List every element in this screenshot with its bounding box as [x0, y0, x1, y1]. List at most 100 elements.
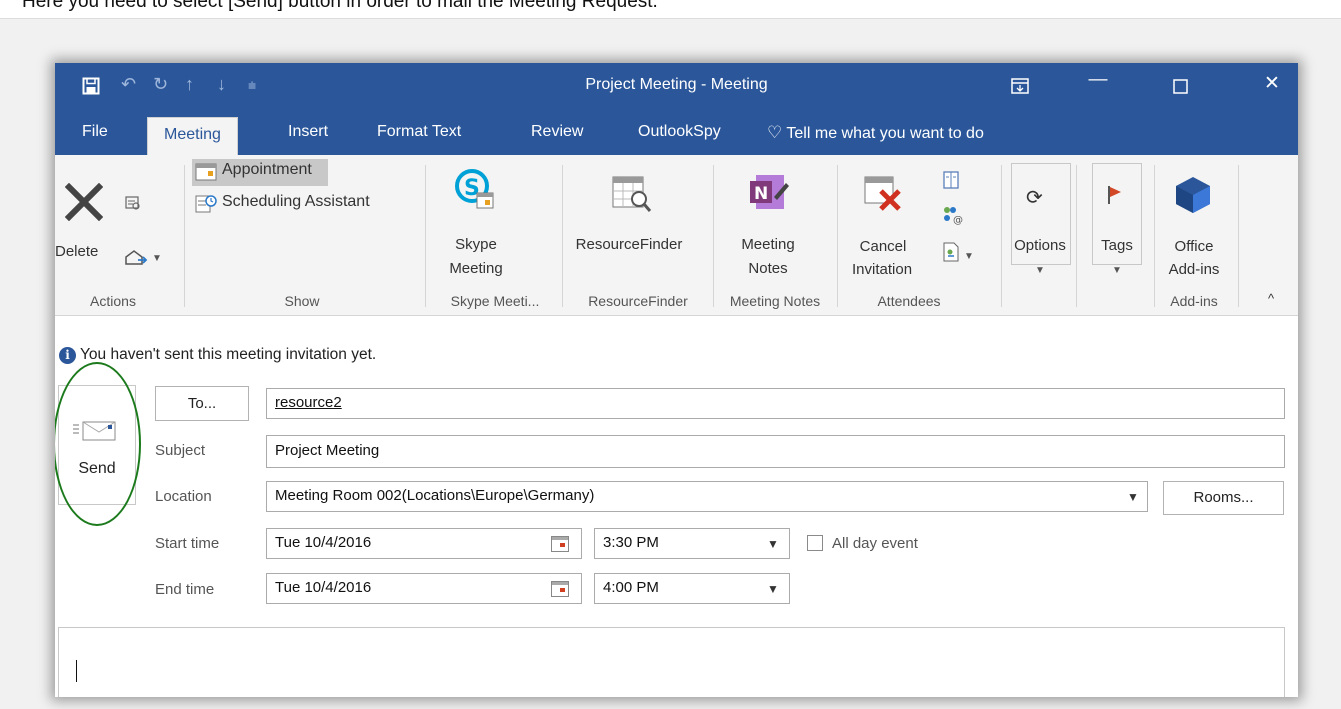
scheduling-assistant-label: Scheduling Assistant [222, 193, 370, 210]
flag-icon [1108, 186, 1121, 204]
cancel-calendar-icon [864, 176, 901, 211]
response-options-icon[interactable]: @ [941, 205, 963, 225]
all-day-label: All day event [832, 535, 918, 552]
tab-review[interactable]: Review [531, 123, 583, 141]
resourcefinder-icon [612, 176, 652, 212]
recurrence-icon: ⟳ [1026, 187, 1043, 209]
tab-format-text[interactable]: Format Text [377, 123, 461, 141]
scheduling-icon [195, 195, 217, 213]
rooms-button[interactable]: Rooms... [1163, 481, 1284, 515]
skype-icon: S [455, 169, 494, 209]
tab-insert[interactable]: Insert [288, 123, 328, 141]
chevron-down-icon[interactable]: ▼ [1127, 490, 1139, 504]
start-time-value: 3:30 PM [603, 534, 659, 551]
maximize-icon[interactable] [1173, 79, 1188, 94]
tab-file[interactable]: File [82, 123, 108, 141]
subject-label: Subject [155, 442, 206, 459]
office-addins-label-line2: Add-ins [1168, 261, 1220, 278]
chevron-down-icon: ▼ [1112, 265, 1122, 276]
svg-text:N: N [754, 184, 768, 204]
office-addins-label-line1: Office [1174, 238, 1214, 255]
cancel-invitation-label-line2: Invitation [852, 261, 913, 278]
end-date-field[interactable]: Tue 10/4/2016 [266, 573, 582, 604]
instruction-caption: Here you need to select [Send] button in… [22, 0, 658, 12]
tell-me-label: Tell me what you want to do [786, 125, 984, 142]
ribbon-divider [184, 165, 185, 307]
ribbon-divider [1001, 165, 1002, 307]
location-field[interactable]: Meeting Room 002(Locations\Europe\German… [266, 481, 1148, 512]
calendar-icon[interactable] [551, 536, 569, 552]
onenote-icon: N [750, 175, 789, 209]
delete-label: Delete [55, 243, 99, 260]
info-bar: i You haven't sent this meeting invitatio… [59, 346, 376, 364]
chevron-down-icon[interactable]: ▼ [767, 582, 779, 596]
title-bar: ↶ ↻ ↑ ↓ ⩧ Project Meeting - Meeting — ✕ [55, 63, 1298, 111]
ribbon-display-icon[interactable] [1011, 78, 1029, 94]
meeting-notes-label-line2: Notes [748, 260, 788, 277]
calendar-icon[interactable] [551, 581, 569, 597]
ignore-icon[interactable] [125, 195, 141, 211]
resourcefinder-label: ResourceFinder [575, 236, 683, 253]
appointment-button[interactable]: Appointment [192, 159, 328, 186]
group-addins-label: Add-ins [1170, 293, 1218, 309]
start-date-field[interactable]: Tue 10/4/2016 [266, 528, 582, 559]
chevron-down-icon: ▼ [1035, 265, 1045, 276]
delete-x-icon [65, 183, 103, 221]
options-label: Options [1014, 237, 1066, 254]
ribbon-divider [425, 165, 426, 307]
collapse-ribbon-icon[interactable]: ^ [1268, 291, 1274, 306]
tell-me-search[interactable]: ♡ Tell me what you want to do [767, 123, 984, 143]
to-button[interactable]: To... [155, 386, 249, 421]
start-time-field[interactable]: 3:30 PM ▼ [594, 528, 790, 559]
contact-attendees-icon[interactable] [942, 241, 960, 263]
office-addins-icon [1176, 177, 1210, 213]
ribbon-divider [1154, 165, 1155, 307]
location-label: Location [155, 488, 212, 505]
ribbon-divider [713, 165, 714, 307]
calendar-grid-icon [195, 163, 217, 181]
meeting-notes-label-line1: Meeting [741, 236, 795, 253]
ribbon: Delete ▼ Actions Appointment Scheduling … [55, 155, 1298, 316]
group-skype-label: Skype Meeti... [450, 293, 540, 309]
skype-label-line2: Meeting [449, 260, 503, 277]
ribbon-tabs: File Meeting Insert Format Text Review O… [55, 111, 1298, 156]
scheduling-assistant-button[interactable]: Scheduling Assistant [192, 191, 422, 217]
chevron-down-icon[interactable]: ▼ [964, 251, 974, 262]
chevron-down-icon[interactable]: ▼ [767, 537, 779, 551]
start-date-value: Tue 10/4/2016 [275, 534, 372, 551]
group-resourcefinder-label: ResourceFinder [588, 293, 688, 309]
all-day-checkbox[interactable] [807, 535, 823, 551]
group-actions-label: Actions [90, 293, 136, 309]
tags-label: Tags [1101, 237, 1133, 254]
ribbon-divider [1238, 165, 1239, 307]
text-cursor [76, 660, 77, 682]
group-meetingnotes-label: Meeting Notes [729, 293, 821, 309]
ribbon-divider [1076, 165, 1077, 307]
end-time-label: End time [155, 581, 215, 598]
subject-value: Project Meeting [275, 442, 380, 459]
cancel-invitation-label-line1: Cancel [859, 238, 907, 255]
notes-body[interactable] [58, 627, 1285, 697]
to-field[interactable]: resource2 [266, 388, 1285, 419]
tab-meeting[interactable]: Meeting [147, 117, 238, 156]
skype-label-line1: Skype [455, 236, 497, 253]
highlight-ellipse [55, 362, 141, 526]
minimize-icon[interactable]: — [1078, 69, 1118, 91]
to-recipient[interactable]: resource2 [275, 394, 342, 411]
close-icon[interactable]: ✕ [1252, 72, 1292, 95]
svg-text:@: @ [953, 215, 963, 225]
ribbon-divider [837, 165, 838, 307]
meeting-window: ↶ ↻ ↑ ↓ ⩧ Project Meeting - Meeting — ✕ … [55, 63, 1298, 697]
screenshot-frame: ↶ ↻ ↑ ↓ ⩧ Project Meeting - Meeting — ✕ … [0, 18, 1341, 709]
location-value: Meeting Room 002(Locations\Europe\German… [275, 487, 595, 504]
start-time-label: Start time [155, 535, 220, 552]
appointment-label: Appointment [222, 161, 312, 178]
subject-field[interactable]: Project Meeting [266, 435, 1285, 468]
chevron-down-icon[interactable]: ▼ [152, 253, 162, 264]
info-bar-text: You haven't sent this meeting invitation… [80, 346, 377, 363]
forward-icon[interactable] [124, 245, 150, 267]
tab-outlookspy[interactable]: OutlookSpy [638, 123, 721, 141]
group-attendees-label: Attendees [877, 293, 941, 309]
end-time-field[interactable]: 4:00 PM ▼ [594, 573, 790, 604]
address-book-icon[interactable] [942, 171, 960, 189]
